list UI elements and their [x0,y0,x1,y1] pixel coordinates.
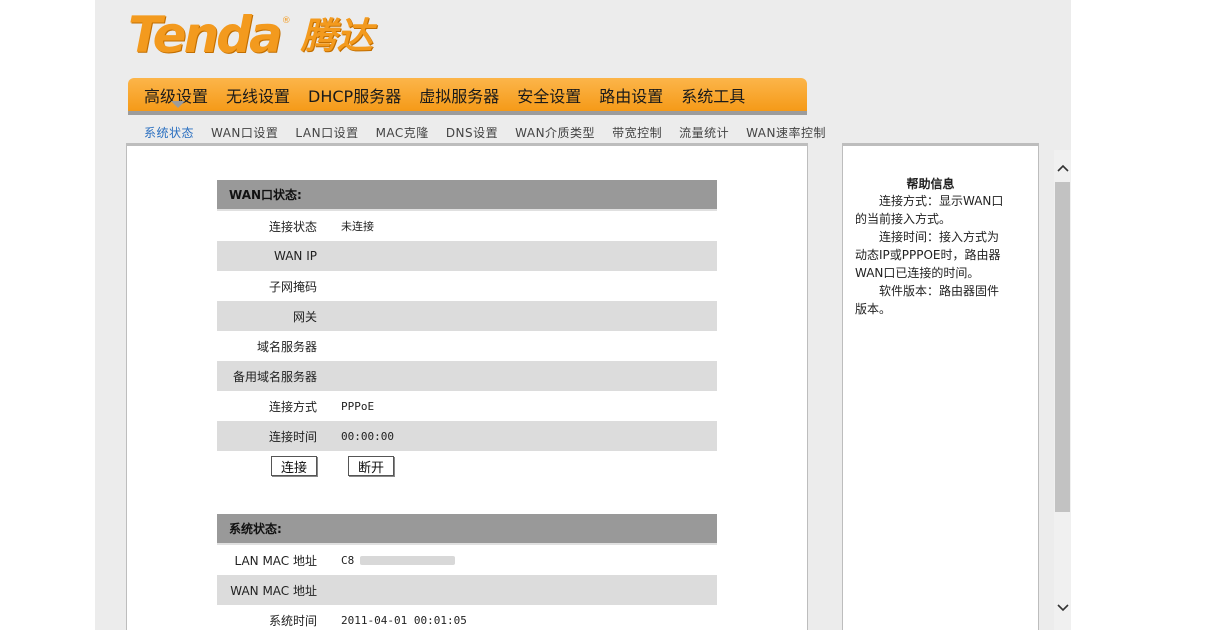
redacted-mac-blur [360,556,456,565]
subnav-bandwidth-control[interactable]: 带宽控制 [612,124,662,141]
tenda-logo: Tenda ® 腾达 [128,6,373,62]
nav-wireless-settings[interactable]: 无线设置 [226,83,290,107]
row-label: 子网掩码 [268,279,317,294]
wan-row-connection-status: 连接状态 未连接 [217,211,717,241]
subnav-system-status[interactable]: 系统状态 [144,124,194,141]
row-label: 网关 [292,309,317,324]
row-label: 连接状态 [268,219,317,234]
sys-row-wan-mac: WAN MAC 地址 [217,575,717,605]
help-paragraph-connection-type: 连接方式：显示WAN口的当前接入方式。 [855,194,1004,226]
wan-row-gateway: 网关 [217,301,717,331]
vertical-scrollbar[interactable] [1054,150,1071,630]
nav-security-settings[interactable]: 安全设置 [517,83,581,107]
system-status-section: 系统状态: LAN MAC 地址 C8 WAN MAC 地址 系统时间 2011… [217,514,717,630]
row-value: 00:00:00 [341,429,394,443]
sys-row-lan-mac: LAN MAC 地址 C8 [217,545,717,575]
row-value: 2011-04-01 00:01:05 [341,613,467,627]
help-panel: 帮助信息 连接方式：显示WAN口的当前接入方式。 连接时间：接入方式为动态IP或… [842,143,1039,630]
main-nav: 高级设置 无线设置 DHCP服务器 虚拟服务器 安全设置 路由设置 系统工具 [128,78,807,111]
wan-status-section: WAN口状态: 连接状态 未连接 WAN IP 子网掩码 网关 域名服务器 备用… [217,180,717,481]
subnav-lan-settings[interactable]: LAN口设置 [295,124,358,141]
subnav-wan-settings[interactable]: WAN口设置 [211,124,278,141]
help-title: 帮助信息 [906,177,955,191]
row-label: 连接时间 [268,429,317,444]
row-label: 备用域名服务器 [232,369,317,384]
subnav-mac-clone[interactable]: MAC克隆 [376,124,429,141]
help-paragraph-software-version: 软件版本：路由器固件版本。 [855,284,1000,316]
help-paragraph-connection-time: 连接时间：接入方式为动态IP或PPPOE时，路由器WAN口已连接的时间。 [855,230,1001,280]
sys-row-system-time: 系统时间 2011-04-01 00:01:05 [217,605,717,630]
subnav-wan-rate-control[interactable]: WAN速率控制 [746,124,826,141]
wan-row-connection-type: 连接方式 PPPoE [217,391,717,421]
lan-mac-value: C8 [341,553,355,567]
chevron-down-icon[interactable] [1054,598,1071,618]
logo-text-cn: 腾达 [300,16,373,57]
row-label: LAN MAC 地址 [234,553,317,568]
disconnect-button[interactable]: 断开 [348,456,394,476]
nav-dhcp-server[interactable]: DHCP服务器 [308,83,401,107]
row-label: WAN MAC 地址 [230,583,317,598]
nav-routing-settings[interactable]: 路由设置 [599,83,663,107]
nav-virtual-server[interactable]: 虚拟服务器 [419,83,499,107]
row-label: 连接方式 [268,399,317,414]
wan-row-connection-time: 连接时间 00:00:00 [217,421,717,451]
row-label: WAN IP [274,249,317,263]
row-label: 系统时间 [268,613,317,628]
sub-nav: 系统状态 WAN口设置 LAN口设置 MAC克隆 DNS设置 WAN介质类型 带… [144,123,843,141]
wan-status-header: WAN口状态: [217,180,717,211]
subnav-traffic-statistics[interactable]: 流量统计 [679,124,729,141]
help-text: 连接方式：显示WAN口的当前接入方式。 连接时间：接入方式为动态IP或PPPOE… [855,192,1010,318]
active-nav-pointer [171,101,185,108]
row-value: C8 [341,553,456,567]
scrollbar-thumb[interactable] [1055,182,1070,512]
wan-row-backup-dns-server: 备用域名服务器 [217,361,717,391]
row-value: PPPoE [341,399,375,413]
chevron-up-icon[interactable] [1054,158,1071,178]
connection-buttons-row: 连接 断开 [217,451,717,481]
wan-row-subnet-mask: 子网掩码 [217,271,717,301]
nav-system-tools[interactable]: 系统工具 [681,83,745,107]
main-nav-underline [128,111,807,115]
wan-row-wan-ip: WAN IP [217,241,717,271]
row-value: 未连接 [341,220,374,233]
wan-row-dns-server: 域名服务器 [217,331,717,361]
system-status-header: 系统状态: [217,514,717,545]
logo-registered-mark: ® [281,16,291,26]
connect-button[interactable]: 连接 [271,456,317,476]
subnav-wan-medium-type[interactable]: WAN介质类型 [515,124,595,141]
row-label: 域名服务器 [256,339,317,354]
logo-text-en: Tenda [128,6,283,64]
subnav-dns-settings[interactable]: DNS设置 [446,124,498,141]
